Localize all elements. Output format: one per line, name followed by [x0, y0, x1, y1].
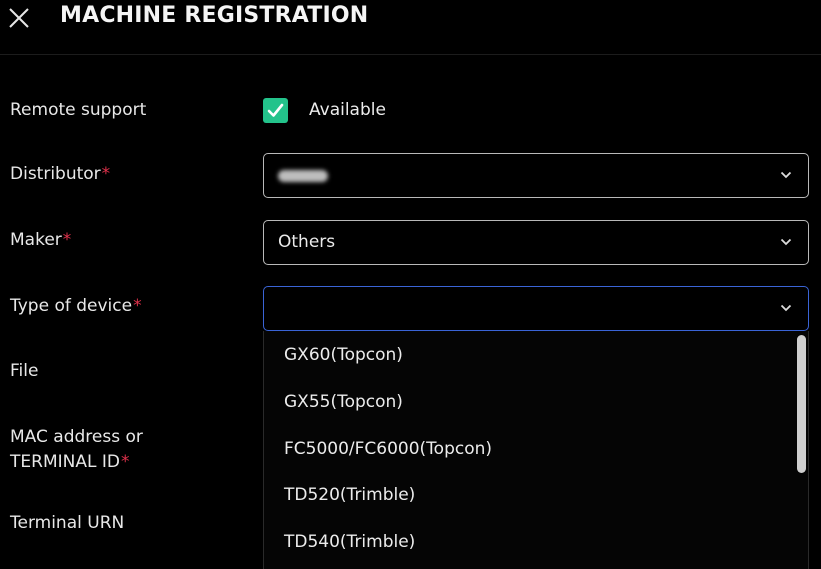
file-label: File	[10, 361, 39, 381]
page-title: MACHINE REGISTRATION	[60, 3, 369, 28]
required-mark: *	[120, 452, 130, 472]
type-of-device-label: Type of device*	[10, 296, 142, 316]
chevron-down-icon	[780, 304, 792, 312]
chevron-down-icon	[780, 171, 792, 179]
dialog-header: MACHINE REGISTRATION	[0, 0, 821, 55]
dropdown-option[interactable]: GX55(Topcon)	[284, 390, 403, 415]
distributor-label: Distributor*	[10, 164, 111, 184]
dropdown-option[interactable]: GX60(Topcon)	[284, 343, 403, 368]
dropdown-scrollbar[interactable]	[797, 335, 806, 473]
remote-support-label: Remote support	[10, 100, 147, 120]
required-mark: *	[62, 230, 72, 250]
dropdown-option[interactable]: TD520(Trimble)	[284, 483, 415, 508]
mac-address-label-line2: TERMINAL ID*	[10, 452, 130, 472]
type-of-device-select[interactable]	[263, 286, 809, 331]
type-of-device-dropdown: GX60(Topcon) GX55(Topcon) FC5000/FC6000(…	[263, 331, 809, 569]
close-icon[interactable]	[8, 7, 30, 29]
mac-address-label-line1: MAC address or	[10, 427, 143, 447]
redacted-value	[278, 170, 328, 182]
required-mark: *	[101, 164, 111, 184]
maker-select-value: Others	[278, 232, 336, 252]
required-mark: *	[133, 296, 142, 316]
remote-support-checkbox-label[interactable]: Available	[309, 98, 386, 123]
distributor-select[interactable]	[263, 153, 809, 198]
maker-select[interactable]: Others	[263, 220, 809, 265]
dropdown-option[interactable]: FC5000/FC6000(Topcon)	[284, 437, 492, 462]
maker-label: Maker*	[10, 230, 72, 250]
dropdown-option[interactable]: TD540(Trimble)	[284, 530, 415, 555]
check-icon	[267, 103, 284, 117]
remote-support-checkbox[interactable]	[263, 98, 288, 123]
terminal-urn-label: Terminal URN	[10, 513, 125, 533]
chevron-down-icon	[780, 238, 792, 246]
